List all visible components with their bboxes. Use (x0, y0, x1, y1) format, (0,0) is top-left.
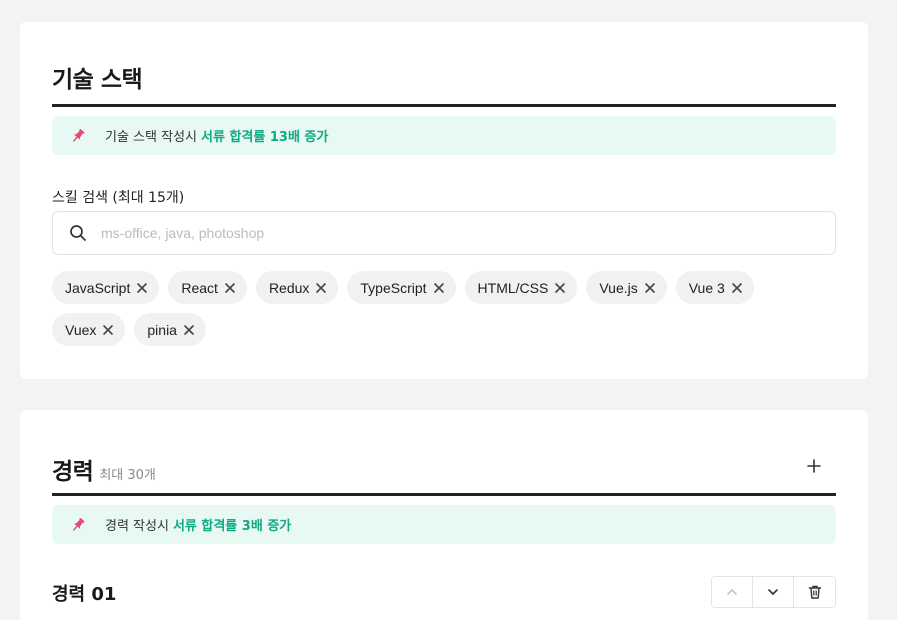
search-icon (69, 224, 87, 242)
trash-icon (807, 584, 823, 600)
move-down-button[interactable] (753, 577, 794, 607)
skill-chip: Vue 3 (675, 271, 754, 304)
close-icon[interactable] (223, 281, 237, 295)
skill-chip: React (168, 271, 247, 304)
career-title-divider (52, 493, 836, 496)
close-icon[interactable] (314, 281, 328, 295)
career-card: 경력 최대 30개 경력 작성시 서류 합격률 3배 증가 경력 01 (20, 410, 868, 620)
close-icon[interactable] (730, 281, 744, 295)
delete-entry-button[interactable] (794, 577, 835, 607)
skill-chip-label: Redux (268, 279, 310, 296)
close-icon[interactable] (643, 281, 657, 295)
skill-chip-list: JavaScript React Redux TypeScript HTML/C… (52, 271, 836, 346)
pin-icon (69, 127, 87, 145)
career-entry-title: 경력 01 (52, 584, 117, 605)
career-title-text: 경력 (52, 459, 94, 485)
skill-chip: Vuex (52, 313, 126, 346)
move-up-button[interactable] (712, 577, 753, 607)
skill-chip-label: Vue.js (599, 279, 638, 296)
skill-chip: TypeScript (347, 271, 456, 304)
skill-search-label: 스킬 검색 (최대 15개) (52, 190, 185, 206)
skills-card: 기술 스택 기술 스택 작성시 서류 합격률 13배 증가 스킬 검색 (최대 … (20, 22, 868, 379)
career-tip-text: 경력 작성시 (105, 519, 169, 534)
skill-chip-label: HTML/CSS (477, 279, 549, 296)
career-section-title: 경력 최대 30개 (52, 452, 156, 486)
career-entry-controls (711, 576, 836, 608)
add-career-button[interactable] (802, 454, 826, 478)
skill-chip: pinia (134, 313, 206, 346)
skill-search-input[interactable] (101, 225, 701, 241)
skill-chip-label: Vuex (65, 321, 97, 338)
skill-chip: HTML/CSS (464, 271, 578, 304)
close-icon[interactable] (432, 281, 446, 295)
pin-icon (69, 516, 87, 534)
career-tip-banner: 경력 작성시 서류 합격률 3배 증가 (52, 505, 836, 544)
plus-icon (806, 458, 822, 474)
skills-tip-text: 기술 스택 작성시 (105, 130, 197, 145)
career-tip-highlight: 서류 합격률 3배 증가 (172, 519, 292, 534)
skill-search-box[interactable] (52, 211, 836, 255)
skill-chip-label: Vue 3 (688, 279, 725, 296)
skill-chip: JavaScript (52, 271, 160, 304)
skills-tip-highlight: 서류 합격률 13배 증가 (201, 130, 329, 145)
career-max-label: 최대 30개 (99, 468, 156, 483)
skill-chip-label: JavaScript (65, 279, 131, 296)
close-icon[interactable] (135, 281, 149, 295)
skills-tip-banner: 기술 스택 작성시 서류 합격률 13배 증가 (52, 116, 836, 155)
close-icon[interactable] (101, 323, 115, 337)
chevron-up-icon (725, 585, 739, 599)
skill-chip-label: React (181, 279, 218, 296)
skills-title-divider (52, 104, 836, 107)
skill-chip-label: pinia (147, 321, 177, 338)
skills-section-title: 기술 스택 (52, 67, 143, 93)
skill-chip: Redux (255, 271, 339, 304)
skill-chip: Vue.js (586, 271, 667, 304)
chevron-down-icon (766, 585, 780, 599)
close-icon[interactable] (182, 323, 196, 337)
close-icon[interactable] (553, 281, 567, 295)
skill-chip-label: TypeScript (360, 279, 427, 296)
